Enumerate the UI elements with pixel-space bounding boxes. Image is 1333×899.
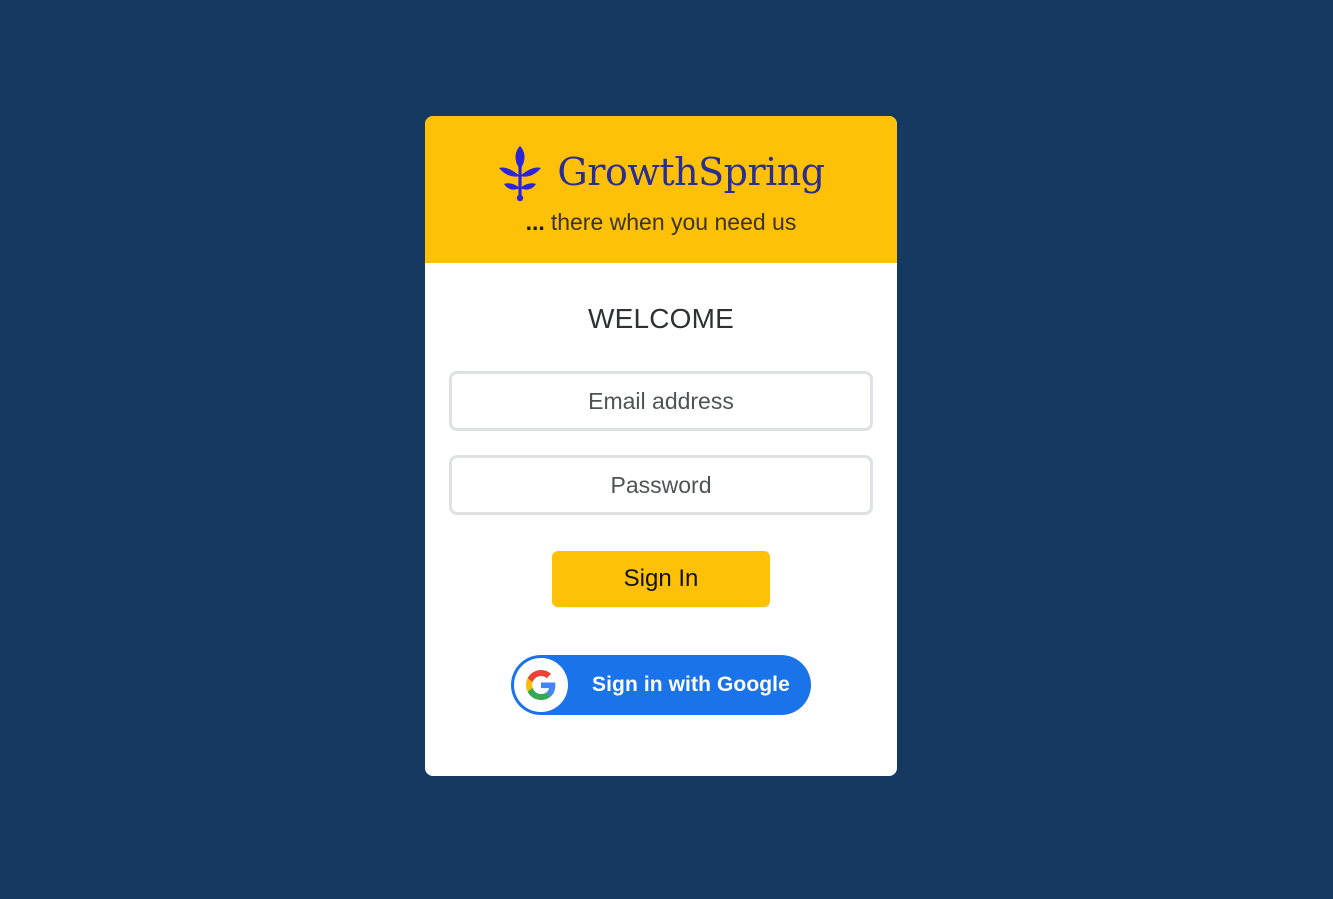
tagline-ellipsis: ...: [525, 209, 545, 235]
google-sign-in-label: Sign in with Google: [592, 673, 790, 696]
sign-in-button[interactable]: Sign In: [552, 551, 770, 607]
google-sign-in-button[interactable]: Sign in with Google: [511, 655, 811, 715]
login-card: GrowthSpring ... there when you need us W…: [425, 116, 897, 776]
brand-header: GrowthSpring ... there when you need us: [425, 116, 897, 263]
brand-tagline: ... there when you need us: [425, 209, 897, 236]
google-mark-container: [514, 658, 568, 712]
brand-row: GrowthSpring: [425, 142, 897, 202]
password-field[interactable]: [449, 455, 873, 515]
brand-name: GrowthSpring: [557, 150, 825, 194]
google-g-icon: [526, 670, 556, 700]
sprout-icon: [499, 146, 542, 202]
email-field[interactable]: [449, 371, 873, 431]
tagline-text: there when you need us: [550, 209, 797, 235]
welcome-title: WELCOME: [587, 303, 735, 334]
